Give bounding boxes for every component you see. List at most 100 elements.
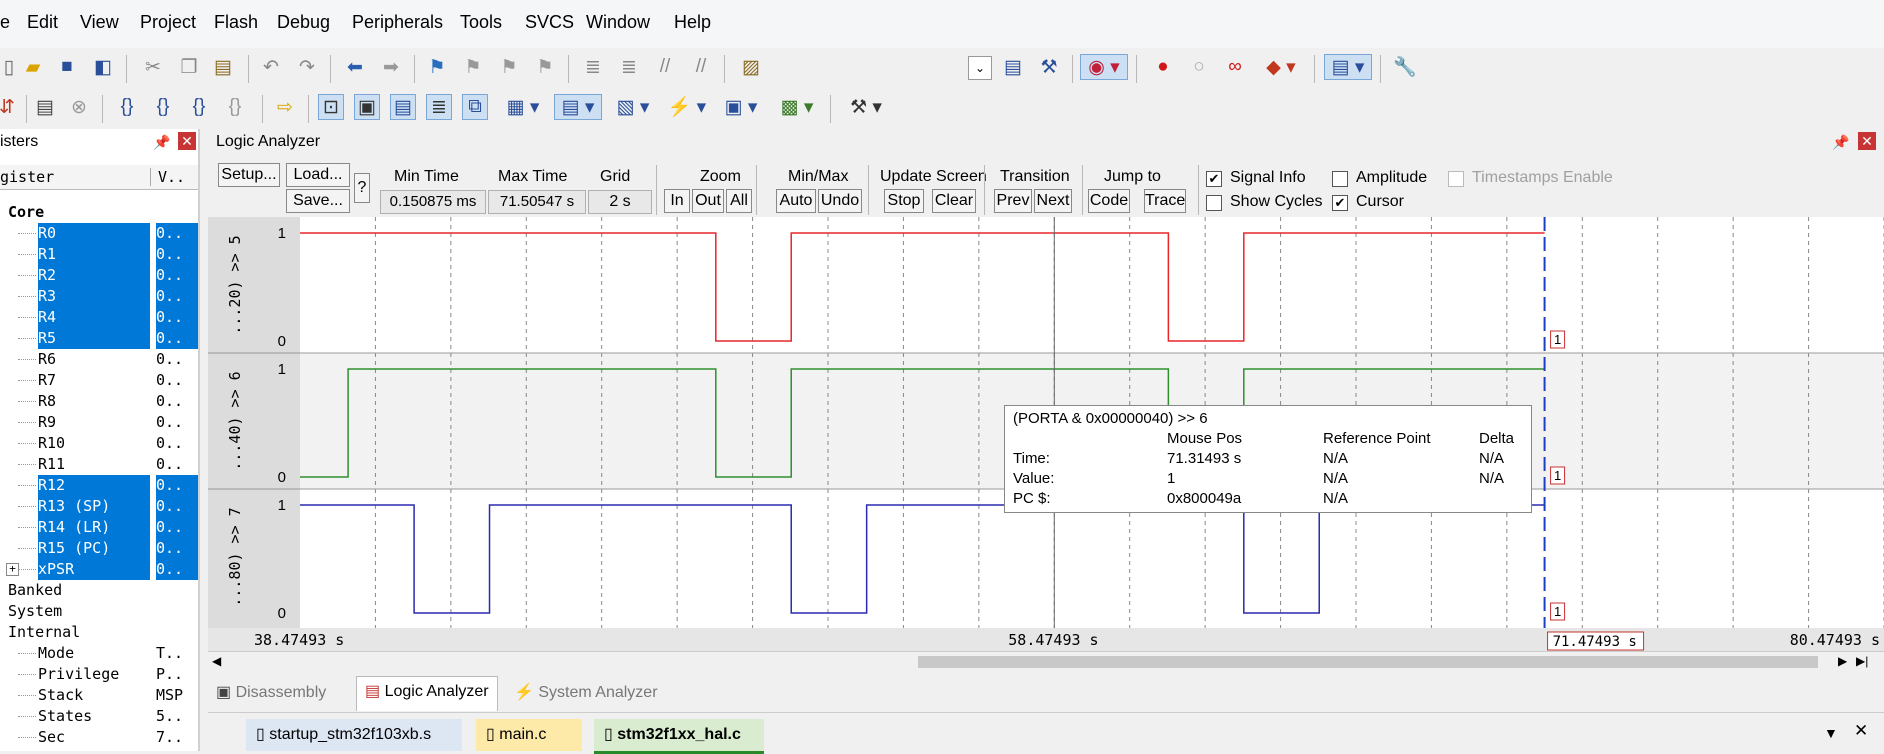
column-register[interactable]: gister xyxy=(0,168,151,186)
register-row[interactable]: R11 0.. xyxy=(0,454,198,475)
setup-button[interactable]: Setup... xyxy=(218,163,280,187)
disable-breakpoints-icon[interactable]: ∞ xyxy=(1222,54,1248,80)
bookmark-icon[interactable]: ⚑ xyxy=(424,54,450,80)
register-row[interactable]: Internal xyxy=(0,622,198,643)
register-row[interactable]: R7 0.. xyxy=(0,370,198,391)
step-over-icon[interactable]: {} xyxy=(150,94,176,120)
prev-bookmark-icon[interactable]: ⚑ xyxy=(460,54,486,80)
find-dropdown-icon[interactable]: ⌄ xyxy=(968,56,992,80)
register-row[interactable]: R8 0.. xyxy=(0,391,198,412)
zoom-all-button[interactable]: All xyxy=(726,189,752,213)
clear-bookmarks-icon[interactable]: ⚑ xyxy=(532,54,558,80)
register-row[interactable]: Stack MSP xyxy=(0,685,198,706)
step-out-icon[interactable]: {} xyxy=(186,94,212,120)
minmax-auto-button[interactable]: Auto xyxy=(776,189,816,213)
tab-system-analyzer[interactable]: ⚡ System Analyzer xyxy=(514,678,658,708)
register-row[interactable]: R6 0.. xyxy=(0,349,198,370)
horizontal-scrollbar[interactable]: ◀ ▶ ▶| xyxy=(208,651,1884,672)
scroll-left-icon[interactable]: ◀ xyxy=(212,654,221,668)
amplitude-checkbox[interactable] xyxy=(1332,171,1348,187)
update-clear-button[interactable]: Clear xyxy=(932,189,976,213)
show-cycles-checkbox[interactable] xyxy=(1206,195,1222,211)
zoom-in-button[interactable]: In xyxy=(664,189,690,213)
column-value[interactable]: V.. xyxy=(158,168,185,186)
redo-icon[interactable]: ↷ xyxy=(294,54,320,80)
indent-icon[interactable]: ≣ xyxy=(580,54,606,80)
menu-svcs[interactable]: SVCS xyxy=(525,12,574,33)
start-debug-icon[interactable]: ◉ ▾ xyxy=(1080,54,1128,80)
toolbox-icon[interactable]: ⚒ ▾ xyxy=(842,94,890,120)
jump-trace-button[interactable]: Trace xyxy=(1144,189,1186,213)
tab-list-icon[interactable]: ▼ xyxy=(1824,725,1838,741)
jump-code-button[interactable]: Code xyxy=(1088,189,1130,213)
scroll-thumb[interactable] xyxy=(918,656,1818,668)
reset-icon[interactable]: ⇵ xyxy=(0,94,20,120)
register-row[interactable]: States 5.. xyxy=(0,706,198,727)
register-row[interactable]: Core xyxy=(0,202,198,223)
show-next-statement-icon[interactable]: ⇨ xyxy=(272,94,298,120)
new-file-icon[interactable]: ▯ xyxy=(0,54,22,80)
tab-disassembly[interactable]: ▣ Disassembly xyxy=(216,678,326,708)
close-icon[interactable]: ✕ xyxy=(178,132,196,150)
menu-help[interactable]: Help xyxy=(674,12,711,33)
zoom-out-button[interactable]: Out xyxy=(692,189,724,213)
menu-window[interactable]: Window xyxy=(586,12,650,33)
run-icon[interactable]: ▤ xyxy=(32,94,58,120)
uncomment-icon[interactable]: // xyxy=(688,54,714,80)
find-in-files-icon[interactable]: ▨ xyxy=(738,54,764,80)
register-row[interactable]: System xyxy=(0,601,198,622)
memory-window-icon[interactable]: ▤ ▾ xyxy=(554,94,602,120)
menu-flash[interactable]: Flash xyxy=(214,12,258,33)
register-row[interactable]: Banked xyxy=(0,580,198,601)
register-row[interactable]: R2 0.. xyxy=(0,265,198,286)
command-window-icon[interactable]: ⊡ xyxy=(318,94,344,120)
menu-project[interactable]: Project xyxy=(140,12,196,33)
copy-icon[interactable]: ❐ xyxy=(176,54,202,80)
enable-breakpoint-icon[interactable]: ○ xyxy=(1186,54,1212,80)
transition-next-button[interactable]: Next xyxy=(1034,189,1072,213)
register-row[interactable]: R4 0.. xyxy=(0,307,198,328)
tab-main-file[interactable]: ▯ main.c xyxy=(476,719,582,751)
register-row[interactable]: R14 (LR) 0.. xyxy=(0,517,198,538)
menu-peripherals[interactable]: Peripherals xyxy=(352,12,443,33)
paste-icon[interactable]: ▤ xyxy=(210,54,236,80)
scroll-right-icon[interactable]: ▶ xyxy=(1838,654,1847,668)
kill-breakpoints-icon[interactable]: ◆ ▾ xyxy=(1258,54,1304,80)
register-row[interactable]: Sec 7.. xyxy=(0,727,198,748)
step-icon[interactable]: {} xyxy=(114,94,140,120)
tab-hal-file[interactable]: ▯ stm32f1xx_hal.c xyxy=(594,719,764,754)
help-button[interactable]: ? xyxy=(354,173,370,203)
cut-icon[interactable]: ✂ xyxy=(140,54,166,80)
save-icon[interactable]: ■ xyxy=(54,54,80,80)
undo-icon[interactable]: ↶ xyxy=(258,54,284,80)
nav-forward-icon[interactable]: ➡ xyxy=(378,54,404,80)
nav-back-icon[interactable]: ⬅ xyxy=(342,54,368,80)
run-to-cursor-icon[interactable]: {} xyxy=(222,94,248,120)
register-row[interactable]: Mode T.. xyxy=(0,643,198,664)
system-viewer-icon[interactable]: ▩ ▾ xyxy=(774,94,820,120)
find-icon[interactable]: ▤ xyxy=(1000,54,1026,80)
symbols-window-icon[interactable]: ▤ xyxy=(390,94,416,120)
configure-icon[interactable]: 🔧 xyxy=(1392,54,1418,80)
register-row[interactable]: R15 (PC) 0.. xyxy=(0,538,198,559)
transition-prev-button[interactable]: Prev xyxy=(994,189,1032,213)
menu-edit[interactable]: Edit xyxy=(27,12,58,33)
registers-window-icon[interactable]: ≣ xyxy=(426,94,452,120)
register-row[interactable]: R13 (SP) 0.. xyxy=(0,496,198,517)
analysis-window-icon[interactable]: ⚡ ▾ xyxy=(664,94,710,120)
signal-info-checkbox[interactable]: ✔ xyxy=(1206,171,1222,187)
serial-window-icon[interactable]: ▧ ▾ xyxy=(610,94,656,120)
open-folder-icon[interactable]: ▰ xyxy=(20,54,46,80)
minmax-undo-button[interactable]: Undo xyxy=(818,189,862,213)
next-bookmark-icon[interactable]: ⚑ xyxy=(496,54,522,80)
save-all-icon[interactable]: ◧ xyxy=(90,54,116,80)
stop-icon[interactable]: ⊗ xyxy=(66,94,92,120)
timestamps-enable-checkbox[interactable] xyxy=(1448,171,1464,187)
incremental-find-icon[interactable]: ⚒ xyxy=(1036,54,1062,80)
tab-logic-analyzer[interactable]: ▤ Logic Analyzer xyxy=(356,676,498,711)
register-row[interactable]: R1 0.. xyxy=(0,244,198,265)
comment-icon[interactable]: // xyxy=(652,54,678,80)
register-row[interactable]: R5 0.. xyxy=(0,328,198,349)
menu-tools[interactable]: Tools xyxy=(460,12,502,33)
load-button[interactable]: Load... xyxy=(286,163,350,187)
